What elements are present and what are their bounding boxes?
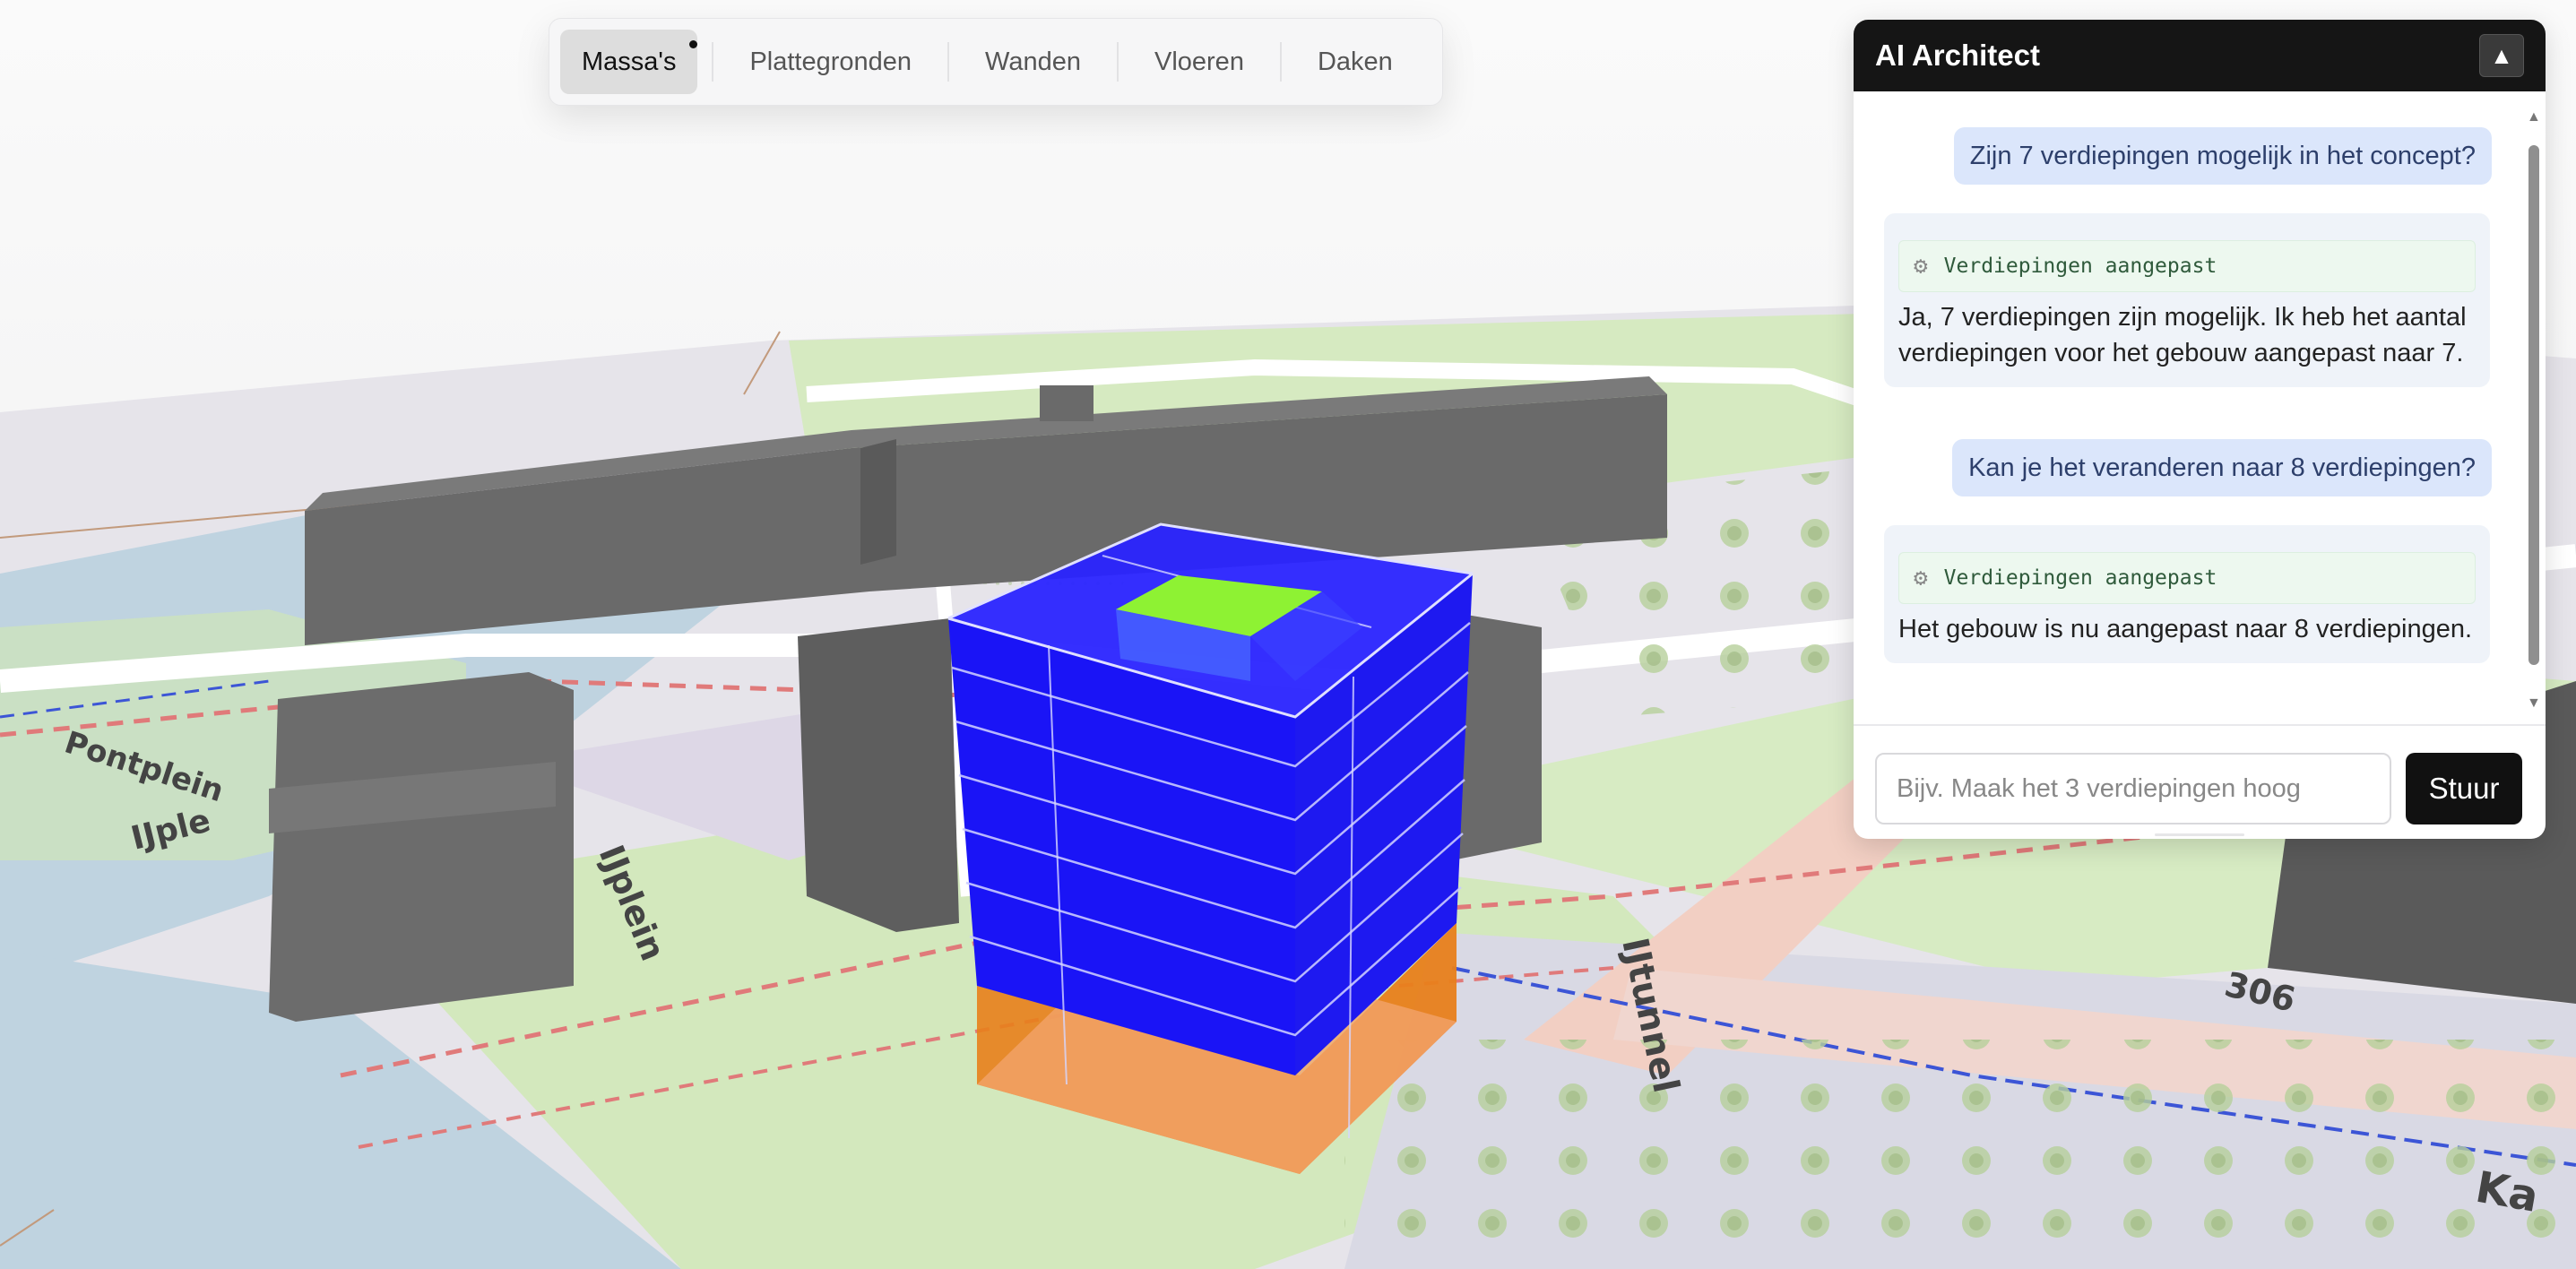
tool-call-chip: ⚙ Verdiepingen aangepast <box>1898 552 2476 604</box>
toolbar-divider <box>1279 42 1282 82</box>
tab-plattegronden[interactable]: Plattegronden <box>728 30 933 94</box>
resize-handle[interactable] <box>2155 833 2244 836</box>
ai-architect-panel: AI Architect ▲ Zijn 7 verdiepingen mogel… <box>1854 20 2546 839</box>
toolbar-divider <box>947 42 950 82</box>
panel-title: AI Architect <box>1875 39 2040 72</box>
message-text: Het gebouw is nu aangepast naar 8 verdie… <box>1898 615 2473 643</box>
tab-label: Plattegronden <box>749 47 912 76</box>
tab-label: Massa's <box>582 47 677 76</box>
send-button[interactable]: Stuur <box>2406 753 2522 824</box>
tab-vloeren[interactable]: Vloeren <box>1133 30 1266 94</box>
scroll-down-icon[interactable]: ▼ <box>2527 695 2541 712</box>
toolbar-divider <box>712 42 714 82</box>
gear-icon: ⚙ <box>1914 565 1928 591</box>
collapse-panel-button[interactable]: ▲ <box>2479 34 2524 77</box>
tool-call-label: Verdiepingen aangepast <box>1943 566 2217 590</box>
chat-messages[interactable]: Zijn 7 verdiepingen mogelijk in het conc… <box>1854 91 2546 724</box>
tool-call-chip: ⚙ Verdiepingen aangepast <box>1898 240 2476 292</box>
scroll-up-icon[interactable]: ▲ <box>2527 109 2541 125</box>
tab-label: Wanden <box>985 47 1081 76</box>
user-message: Kan je het veranderen naar 8 verdiepinge… <box>1952 439 2492 496</box>
chat-footer: Stuur <box>1854 724 2546 839</box>
toolbar-divider <box>1116 42 1119 82</box>
tab-label: Daken <box>1317 47 1393 76</box>
tab-massas[interactable]: Massa's <box>560 30 698 94</box>
active-indicator-dot <box>689 40 698 48</box>
user-message: Zijn 7 verdiepingen mogelijk in het conc… <box>1953 127 2492 185</box>
tab-label: Vloeren <box>1154 47 1244 76</box>
message-text: Ja, 7 verdiepingen zijn mogelijk. Ik heb… <box>1898 303 2467 367</box>
assistant-message: ⚙ Verdiepingen aangepast Ja, 7 verdiepin… <box>1884 213 2490 387</box>
triangle-up-icon: ▲ <box>2490 41 2513 69</box>
message-text: Zijn 7 verdiepingen mogelijk in het conc… <box>1969 142 2476 170</box>
mode-toolbar: Massa's Plattegronden Wanden Vloeren Dak… <box>549 18 1443 106</box>
scrollbar-thumb[interactable] <box>2528 145 2539 665</box>
tab-daken[interactable]: Daken <box>1296 30 1414 94</box>
assistant-message: ⚙ Verdiepingen aangepast Het gebouw is n… <box>1884 525 2490 663</box>
chat-scrollbar[interactable]: ▲ ▼ <box>2524 109 2542 728</box>
message-text: Kan je het veranderen naar 8 verdiepinge… <box>1968 453 2476 482</box>
tab-wanden[interactable]: Wanden <box>964 30 1102 94</box>
tool-call-label: Verdiepingen aangepast <box>1943 255 2217 278</box>
map-label-ka: Ka <box>2472 1162 2542 1222</box>
panel-header: AI Architect ▲ <box>1854 20 2546 91</box>
gear-icon: ⚙ <box>1914 253 1928 280</box>
chat-input[interactable] <box>1875 753 2391 824</box>
